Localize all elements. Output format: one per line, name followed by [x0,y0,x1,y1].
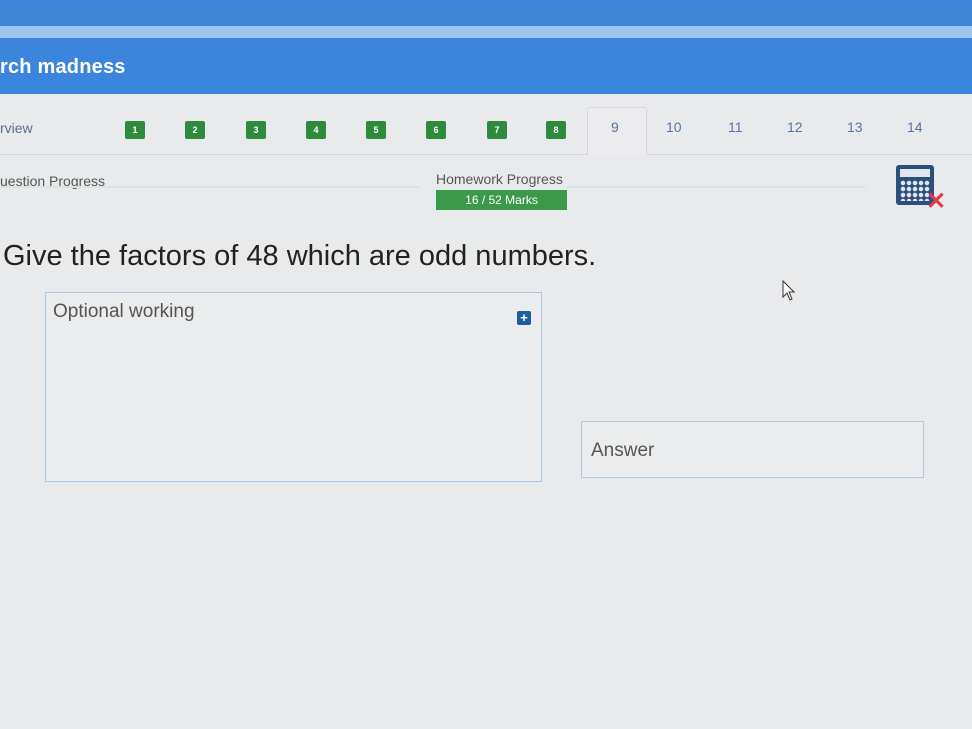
question-tab-14[interactable]: 14 [907,119,923,135]
question-tab-8[interactable]: 8 [546,121,566,139]
question-tab-11[interactable]: 11 [728,119,743,135]
page-title: rch madness [0,56,126,78]
question-tab-4[interactable]: 4 [306,121,326,139]
plus-icon[interactable]: + [517,311,531,325]
question-tab-13[interactable]: 13 [847,119,863,135]
title-bar [0,38,972,94]
question-nav [0,104,972,155]
question-tab-7[interactable]: 7 [487,121,507,139]
mouse-cursor-icon [782,280,796,301]
question-tab-3[interactable]: 3 [246,121,266,139]
working-area[interactable]: Optional working + [45,292,542,482]
tab-overview[interactable]: rview [0,120,33,136]
question-tab-9[interactable]: 9 [611,119,619,135]
homework-progress-label: Homework Progress [436,171,563,187]
question-tab-6[interactable]: 6 [426,121,446,139]
question-tab-12[interactable]: 12 [787,119,803,135]
working-placeholder: Optional working [53,301,195,322]
answer-input[interactable]: Answer [581,421,924,478]
question-tab-1[interactable]: 1 [125,121,145,139]
homework-progress-track [566,186,866,188]
question-progress-track [0,186,420,188]
question-tab-10[interactable]: 10 [666,119,682,135]
top-bar [0,0,972,26]
question-tab-2[interactable]: 2 [185,121,205,139]
question-tab-5[interactable]: 5 [366,121,386,139]
top-bar-divider [0,26,972,38]
question-text: Give the factors of 48 which are odd num… [3,240,597,272]
cross-icon: ✕ [926,188,947,215]
calculator-screen [900,169,930,177]
homework-marks-badge: 16 / 52 Marks [436,190,567,210]
answer-placeholder: Answer [591,440,655,461]
